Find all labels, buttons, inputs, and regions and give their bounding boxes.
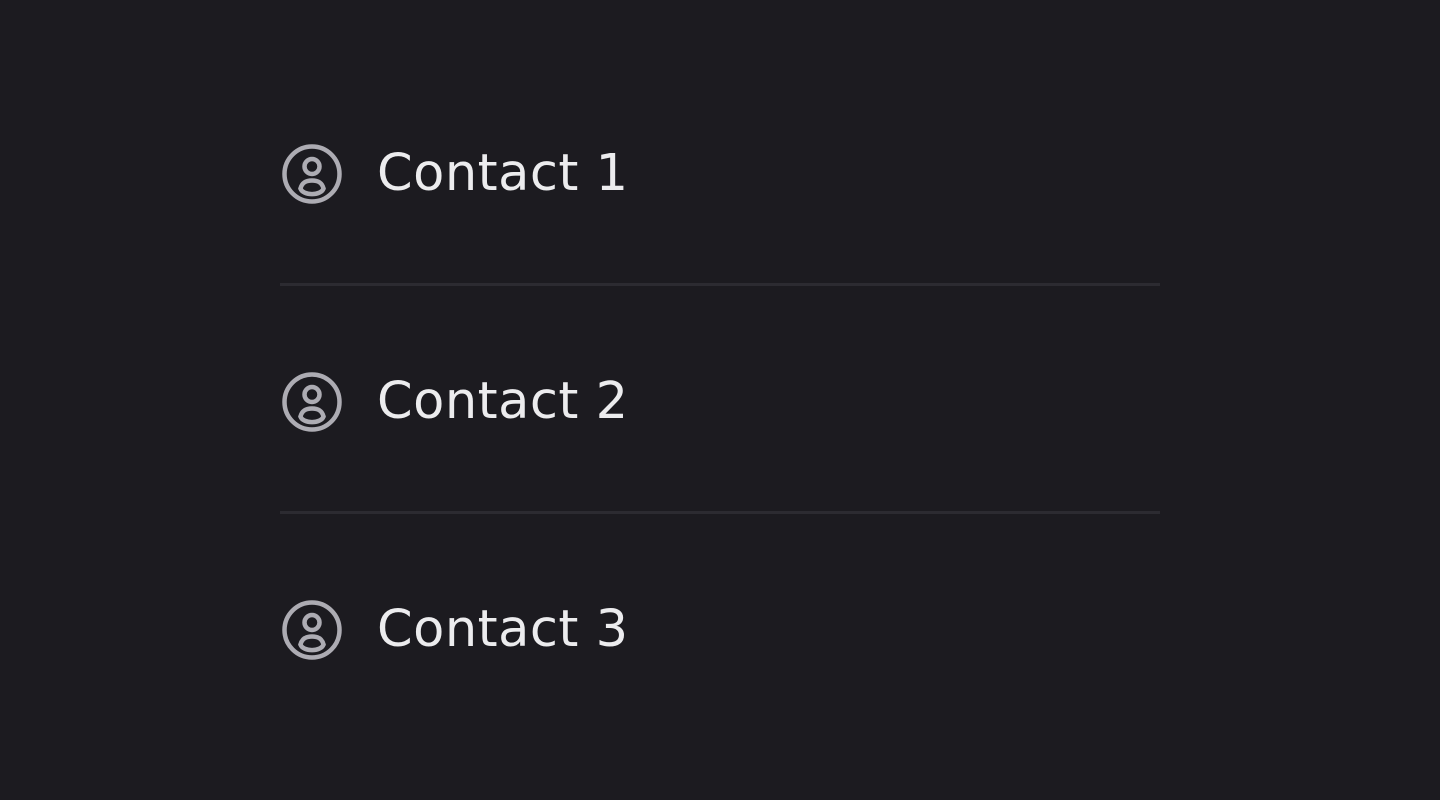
user-circle-icon [280, 142, 344, 206]
contact-name: Contact 2 [377, 372, 629, 431]
user-circle-icon [280, 598, 344, 662]
contact-name: Contact 1 [377, 144, 629, 203]
list-item[interactable]: Contact 3 [280, 514, 1160, 742]
list-item[interactable]: Contact 1 [280, 58, 1160, 286]
contact-list: Contact 1 Contact 2 Contact 3 [280, 58, 1160, 742]
contact-name: Contact 3 [377, 600, 629, 659]
list-item[interactable]: Contact 2 [280, 286, 1160, 514]
user-circle-icon [280, 370, 344, 434]
